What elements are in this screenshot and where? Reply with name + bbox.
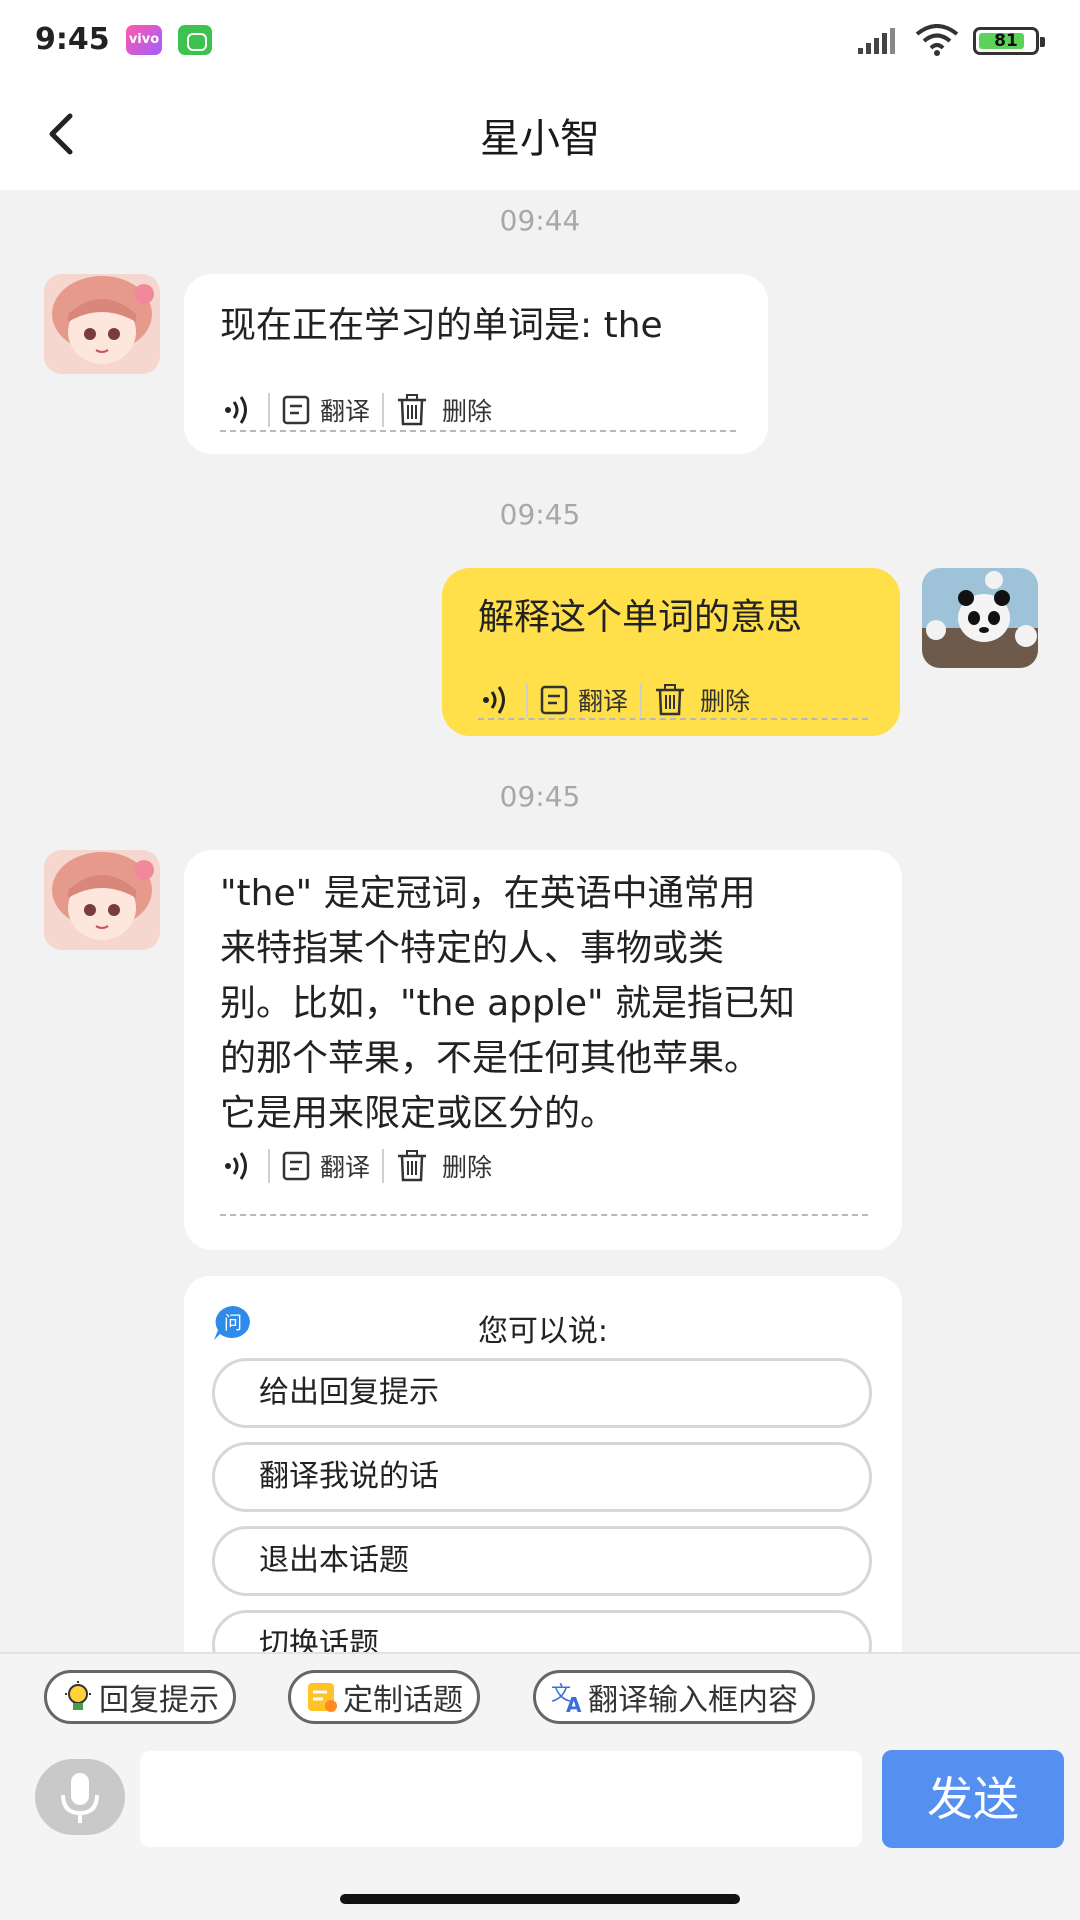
delete-button[interactable]: 删除 <box>396 392 492 428</box>
delete-label: 删除 <box>700 687 751 716</box>
translate-label: 翻译 <box>320 1153 371 1182</box>
divider <box>640 683 643 717</box>
reply-hint-button[interactable]: 回复提示 <box>44 1670 236 1724</box>
lightbulb-icon <box>65 1681 91 1710</box>
suggestion-exit-topic[interactable]: 退出本话题 <box>212 1526 872 1596</box>
divider <box>526 683 528 717</box>
status-time: 9:45 <box>35 22 110 57</box>
message-actions: 翻译 删除 <box>220 390 492 430</box>
dashed-divider <box>220 1214 868 1216</box>
dashed-divider <box>220 430 736 432</box>
trash-icon <box>656 684 685 716</box>
chat-list[interactable]: 09:44 现在正在学习的单词是: the 翻译 删除 09:45 解释这个单词… <box>0 190 1080 1652</box>
send-button[interactable]: 发送 <box>882 1750 1064 1848</box>
message-timestamp: 09:45 <box>499 780 581 813</box>
page-title: 星小智 <box>480 116 600 162</box>
topic-card-icon <box>308 1683 337 1712</box>
suggestion-card: 问 您可以说: 给出回复提示 翻译我说的话 退出本话题 切换话题 <box>184 1276 902 1652</box>
bot-avatar[interactable] <box>44 274 160 374</box>
suggestion-title: 您可以说: <box>477 1314 609 1349</box>
status-bar: 9:45 vivo 81 <box>0 0 1080 78</box>
suggestion-reply-hint[interactable]: 给出回复提示 <box>212 1358 872 1428</box>
app-badge-icon: vivo <box>126 25 162 55</box>
translate-label: 翻译 <box>578 687 629 716</box>
divider <box>268 393 270 427</box>
chat-header: 星小智 <box>0 78 1080 190</box>
trash-icon <box>398 1150 427 1182</box>
message-line: "the" 是定冠词，在英语中通常用 <box>220 873 756 914</box>
message-input[interactable] <box>140 1751 862 1847</box>
wifi-icon <box>915 24 959 56</box>
message-text-block: "the" 是定冠词，在英语中通常用 来特指某个特定的人、事物或类 别。比如，"… <box>220 866 795 1141</box>
delete-label: 删除 <box>442 1153 493 1182</box>
message-text: 解释这个单词的意思 <box>478 597 803 638</box>
translate-button[interactable]: 翻译 <box>540 682 628 718</box>
speaker-play-icon[interactable] <box>478 682 514 718</box>
message-timestamp: 09:45 <box>499 498 581 531</box>
suggestion-switch-topic[interactable]: 切换话题 <box>212 1610 872 1652</box>
translate-input-label: 翻译输入框内容 <box>588 1683 798 1718</box>
battery-level: 81 <box>994 31 1018 51</box>
voice-input-button[interactable] <box>35 1759 125 1835</box>
bot-message-bubble[interactable]: "the" 是定冠词，在英语中通常用 来特指某个特定的人、事物或类 别。比如，"… <box>184 850 902 1250</box>
delete-button[interactable]: 删除 <box>396 1148 492 1184</box>
divider <box>382 1149 385 1183</box>
custom-topic-button[interactable]: 定制话题 <box>288 1670 480 1724</box>
translate-doc-icon <box>540 685 568 715</box>
anime-girl-avatar-icon <box>44 850 160 950</box>
message-line: 别。比如，"the apple" 就是指已知 <box>220 983 795 1024</box>
translate-icon: 文 A <box>551 1681 582 1714</box>
custom-topic-label: 定制话题 <box>343 1683 463 1718</box>
translate-button[interactable]: 翻译 <box>282 392 370 428</box>
message-text: 现在正在学习的单词是: the <box>220 305 663 346</box>
suggestion-translate-speech[interactable]: 翻译我说的话 <box>212 1442 872 1512</box>
translate-button[interactable]: 翻译 <box>282 1148 370 1184</box>
translate-input-button[interactable]: 文 A 翻译输入框内容 <box>533 1670 815 1724</box>
message-line: 它是用来限定或区分的。 <box>220 1093 617 1134</box>
anime-girl-avatar-icon <box>44 274 160 374</box>
translate-doc-icon <box>282 1151 310 1181</box>
message-line: 的那个苹果，不是任何其他苹果。 <box>220 1038 761 1079</box>
translate-doc-icon <box>282 395 310 425</box>
message-line: 来特指某个特定的人、事物或类 <box>220 928 725 969</box>
input-bar: 回复提示 定制话题 文 A 翻译输入框内容 发送 <box>0 1652 1080 1920</box>
bot-message-bubble[interactable]: 现在正在学习的单词是: the 翻译 删除 <box>184 274 768 454</box>
trash-icon <box>398 394 427 426</box>
app-badge-green-icon <box>178 25 212 55</box>
home-indicator[interactable] <box>340 1894 740 1904</box>
microphone-icon <box>61 1773 99 1823</box>
bot-avatar[interactable] <box>44 850 160 950</box>
speaker-play-icon[interactable] <box>220 1148 256 1184</box>
user-message-bubble[interactable]: 解释这个单词的意思 翻译 删除 <box>442 568 900 736</box>
translate-label: 翻译 <box>320 397 371 426</box>
divider <box>382 393 385 427</box>
signal-icon <box>858 28 895 54</box>
message-actions: 翻译 删除 <box>478 680 750 720</box>
app-badge-label: vivo <box>128 32 160 47</box>
panda-avatar-icon <box>922 568 1038 668</box>
message-actions: 翻译 删除 <box>220 1146 492 1186</box>
battery-icon: 81 <box>973 27 1045 55</box>
user-avatar[interactable] <box>922 568 1038 668</box>
divider <box>268 1149 270 1183</box>
delete-label: 删除 <box>442 397 493 426</box>
dashed-divider <box>478 718 868 720</box>
speaker-play-icon[interactable] <box>220 392 256 428</box>
reply-hint-label: 回复提示 <box>99 1683 219 1718</box>
svg-text:A: A <box>566 1693 582 1714</box>
delete-button[interactable]: 删除 <box>654 682 750 718</box>
message-timestamp: 09:44 <box>499 204 581 237</box>
